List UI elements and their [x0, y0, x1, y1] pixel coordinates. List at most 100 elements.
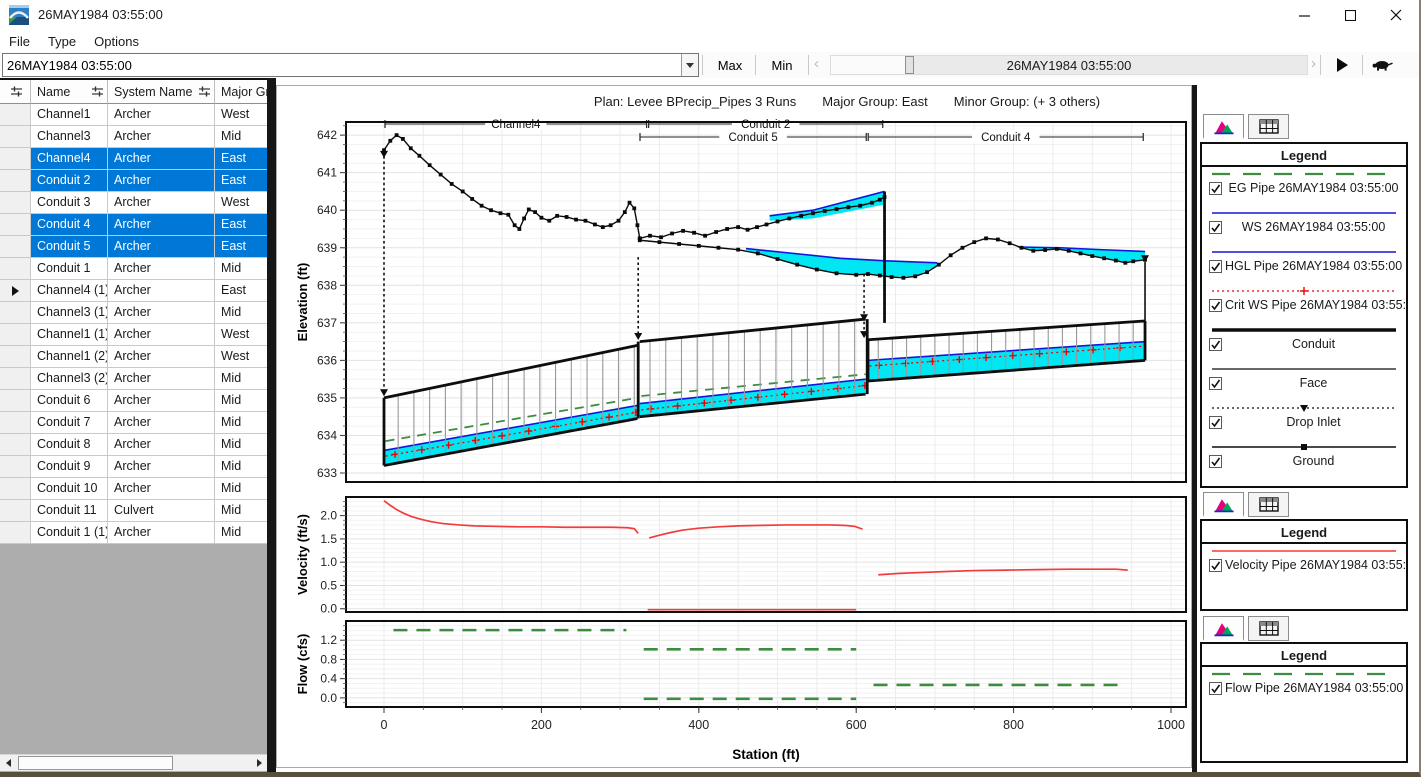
table-row[interactable]: Conduit 3ArcherWest	[0, 192, 268, 214]
legend-tab-plot[interactable]	[1203, 492, 1244, 517]
play-button[interactable]	[1324, 53, 1360, 77]
close-button[interactable]	[1373, 0, 1419, 30]
step-back-chevron[interactable]: ‹	[814, 55, 819, 72]
table-row[interactable]: Conduit 9ArcherMid	[0, 456, 268, 478]
row-header-cell[interactable]	[0, 412, 31, 434]
minimize-button[interactable]	[1281, 0, 1327, 30]
legend-checkbox[interactable]	[1209, 221, 1222, 234]
row-header-cell[interactable]	[0, 522, 31, 544]
column-header-Name[interactable]: Name	[31, 80, 108, 104]
row-header-cell[interactable]	[0, 478, 31, 500]
cell-name: Channel3 (2)	[31, 368, 108, 390]
table-row[interactable]: Conduit 10ArcherMid	[0, 478, 268, 500]
row-header-cell[interactable]	[0, 258, 31, 280]
table-row[interactable]: Conduit 4ArcherEast	[0, 214, 268, 236]
flow-chart[interactable]: 0.00.40.81.2Flow (cfs)02004006008001000S…	[295, 621, 1186, 762]
profile-plot-panel: Plan: Levee BPrecip_Pipes 3 RunsMajor Gr…	[276, 85, 1192, 768]
velocity-chart[interactable]: 0.00.51.01.52.0Velocity (ft/s)	[295, 497, 1186, 616]
row-header-cell[interactable]	[0, 302, 31, 324]
row-header-cell[interactable]	[0, 192, 31, 214]
checkmark-icon	[1210, 378, 1221, 389]
legend-checkbox[interactable]	[1209, 682, 1222, 695]
legend-checkbox[interactable]	[1209, 260, 1222, 273]
combo-dropdown-button[interactable]	[681, 54, 698, 76]
time-combo-input[interactable]	[3, 54, 682, 76]
row-header-cell[interactable]	[0, 236, 31, 258]
cell-group: East	[215, 280, 268, 302]
legend-tab-table[interactable]	[1248, 616, 1289, 641]
toolbar-separator	[755, 55, 756, 75]
legend-tab-plot[interactable]	[1203, 114, 1244, 139]
table-row[interactable]: Conduit 6ArcherMid	[0, 390, 268, 412]
toolbar-separator	[1320, 55, 1321, 75]
cell-group: Mid	[215, 522, 268, 544]
row-header-cell[interactable]	[0, 214, 31, 236]
x-axis-label: Station (ft)	[732, 747, 799, 762]
table-row[interactable]: Conduit 1 (1)ArcherMid	[0, 522, 268, 544]
table-row[interactable]: Channel1 (1)ArcherWest	[0, 324, 268, 346]
legend-tab-table[interactable]	[1248, 492, 1289, 517]
time-slider[interactable]: 26MAY1984 03:55:00	[830, 55, 1308, 75]
table-horizontal-scrollbar[interactable]	[0, 754, 268, 771]
cell-system: Archer	[108, 368, 215, 390]
menu-item-options[interactable]: Options	[94, 34, 139, 49]
row-header-cell[interactable]	[0, 126, 31, 148]
right-splitter[interactable]	[1192, 85, 1197, 775]
step-forward-chevron[interactable]: ›	[1311, 55, 1316, 72]
table-row[interactable]: Channel3 (2)ArcherMid	[0, 368, 268, 390]
table-row[interactable]: Conduit 7ArcherMid	[0, 412, 268, 434]
legend-checkbox[interactable]	[1209, 299, 1222, 312]
table-row[interactable]: Channel4 (1)ArcherEast	[0, 280, 268, 302]
legend-checkbox[interactable]	[1209, 182, 1222, 195]
animation-speed-button[interactable]	[1364, 53, 1402, 77]
min-button[interactable]: Min	[757, 53, 807, 77]
table-row[interactable]: Conduit 11CulvertMid	[0, 500, 268, 522]
menu-item-file[interactable]: File	[9, 34, 30, 49]
legend-tab-table[interactable]	[1248, 114, 1289, 139]
cell-system: Archer	[108, 148, 215, 170]
row-header-cell[interactable]	[0, 104, 31, 126]
row-header-cell[interactable]	[0, 346, 31, 368]
row-header-cell[interactable]	[0, 434, 31, 456]
legend-entry: Face	[1202, 362, 1406, 401]
row-header-cell[interactable]	[0, 368, 31, 390]
legend-entry: Crit WS Pipe 26MAY1984 03:55:00	[1202, 284, 1406, 323]
row-header-cell[interactable]	[0, 456, 31, 478]
table-row[interactable]: Conduit 2ArcherEast	[0, 170, 268, 192]
svg-text:0.5: 0.5	[320, 578, 337, 592]
row-header-cell[interactable]	[0, 390, 31, 412]
column-header-Major Gr[interactable]: Major Gr	[215, 80, 268, 104]
legend-tab-plot[interactable]	[1203, 616, 1244, 641]
legend-checkbox[interactable]	[1209, 559, 1222, 572]
scroll-left-arrow[interactable]	[0, 755, 17, 771]
column-header-System Name[interactable]: System Name	[108, 80, 215, 104]
table-row[interactable]: Conduit 8ArcherMid	[0, 434, 268, 456]
table-row[interactable]: Channel4ArcherEast	[0, 148, 268, 170]
time-combo[interactable]	[2, 53, 699, 77]
table-row[interactable]: Channel1ArcherWest	[0, 104, 268, 126]
scrollbar-thumb[interactable]	[18, 756, 173, 770]
menu-item-type[interactable]: Type	[48, 34, 76, 49]
table-row[interactable]: Conduit 1ArcherMid	[0, 258, 268, 280]
legend-checkbox[interactable]	[1209, 377, 1222, 390]
maximize-button[interactable]	[1327, 0, 1373, 30]
legend-sample-line	[1208, 206, 1400, 220]
row-header-cell[interactable]	[0, 280, 31, 302]
legend-checkbox[interactable]	[1209, 455, 1222, 468]
table-row[interactable]: Conduit 5ArcherEast	[0, 236, 268, 258]
table-row[interactable]: Channel1 (2)ArcherWest	[0, 346, 268, 368]
row-header-cell[interactable]	[0, 500, 31, 522]
table-row[interactable]: Channel3ArcherMid	[0, 126, 268, 148]
legend-checkbox[interactable]	[1209, 416, 1222, 429]
legend-checkbox[interactable]	[1209, 338, 1222, 351]
row-header-cell[interactable]	[0, 324, 31, 346]
profile-charts[interactable]: Channel4Conduit 2Conduit 5Conduit 463363…	[277, 86, 1191, 767]
max-button[interactable]: Max	[705, 53, 755, 77]
scroll-right-arrow[interactable]	[251, 755, 268, 771]
row-header-cell[interactable]	[0, 148, 31, 170]
left-splitter[interactable]	[267, 78, 276, 777]
row-header-cell[interactable]	[0, 170, 31, 192]
table-row[interactable]: Channel3 (1)ArcherMid	[0, 302, 268, 324]
column-header-row-marker[interactable]	[0, 80, 31, 104]
elevation-chart[interactable]: Channel4Conduit 2Conduit 5Conduit 463363…	[295, 117, 1186, 482]
